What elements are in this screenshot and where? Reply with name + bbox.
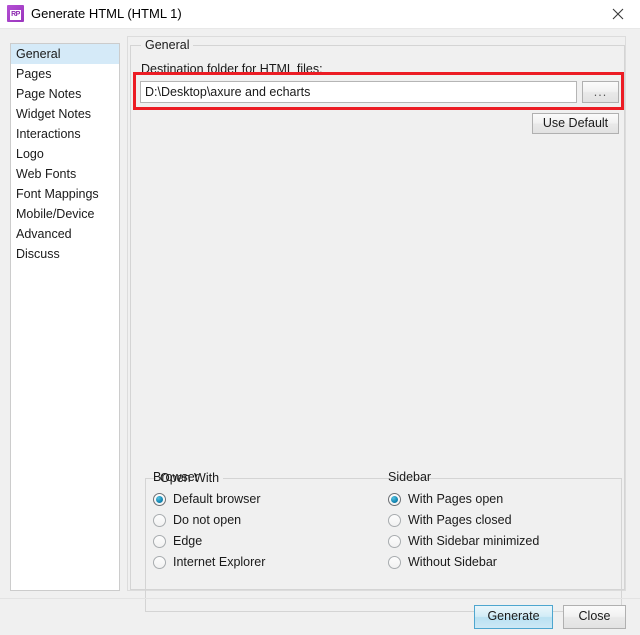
destination-folder-label: Destination folder for HTML files:	[141, 62, 323, 76]
radio-default-browser[interactable]: Default browser	[153, 489, 261, 509]
radio-indicator-without-sidebar[interactable]	[388, 555, 401, 569]
browser-column-label: Browser	[153, 470, 199, 484]
radio-label-without-sidebar: Without Sidebar	[408, 555, 497, 569]
close-button[interactable]: Close	[563, 605, 626, 629]
browse-folder-button[interactable]: ...	[582, 81, 619, 103]
use-default-button[interactable]: Use Default	[532, 113, 619, 134]
sidebar-item-mobile-device[interactable]: Mobile/Device	[11, 204, 119, 224]
window-title: Generate HTML (HTML 1)	[31, 6, 182, 21]
sidebar-item-font-mappings[interactable]: Font Mappings	[11, 184, 119, 204]
axure-rp-icon-glyph: RP	[10, 10, 21, 20]
sidebar-item-general[interactable]: General	[11, 44, 119, 64]
radio-label-internet-explorer: Internet Explorer	[173, 555, 266, 569]
generate-button[interactable]: Generate	[474, 605, 553, 629]
radio-edge[interactable]: Edge	[153, 531, 202, 551]
sidebar-item-web-fonts[interactable]: Web Fonts	[11, 164, 119, 184]
sidebar-item-pages[interactable]: Pages	[11, 64, 119, 84]
radio-do-not-open[interactable]: Do not open	[153, 510, 241, 530]
radio-label-edge: Edge	[173, 534, 203, 548]
sidebar-item-widget-notes[interactable]: Widget Notes	[11, 104, 119, 124]
radio-label-do-not-open: Do not open	[173, 513, 242, 527]
radio-without-sidebar[interactable]: Without Sidebar	[388, 552, 497, 572]
radio-with-pages-closed[interactable]: With Pages closed	[388, 510, 512, 530]
radio-internet-explorer[interactable]: Internet Explorer	[153, 552, 265, 572]
sidebar-item-advanced[interactable]: Advanced	[11, 224, 119, 244]
close-icon[interactable]	[596, 0, 640, 28]
sidebar-item-page-notes[interactable]: Page Notes	[11, 84, 119, 104]
radio-label-with-sidebar-minimized: With Sidebar minimized	[408, 534, 540, 548]
axure-rp-icon: RP	[7, 5, 24, 22]
destination-folder-input[interactable]	[140, 81, 577, 103]
general-groupbox-title: General	[141, 38, 194, 52]
radio-indicator-with-sidebar-minimized[interactable]	[388, 534, 401, 548]
radio-indicator-with-pages-closed[interactable]	[388, 513, 401, 527]
radio-indicator-default-browser[interactable]	[153, 492, 166, 506]
radio-label-with-pages-open: With Pages open	[408, 492, 504, 506]
radio-label-with-pages-closed: With Pages closed	[408, 513, 512, 527]
radio-indicator-do-not-open[interactable]	[153, 513, 166, 527]
radio-label-default-browser: Default browser	[173, 492, 261, 506]
radio-indicator-edge[interactable]	[153, 534, 166, 548]
settings-category-list[interactable]: General Pages Page Notes Widget Notes In…	[10, 43, 120, 591]
radio-indicator-internet-explorer[interactable]	[153, 555, 166, 569]
radio-with-sidebar-minimized[interactable]: With Sidebar minimized	[388, 531, 539, 551]
footer-divider	[0, 598, 640, 599]
title-bar: RP Generate HTML (HTML 1)	[0, 0, 640, 29]
sidebar-column-label: Sidebar	[388, 470, 432, 484]
sidebar-item-logo[interactable]: Logo	[11, 144, 119, 164]
sidebar-item-discuss[interactable]: Discuss	[11, 244, 119, 264]
sidebar-item-interactions[interactable]: Interactions	[11, 124, 119, 144]
radio-indicator-with-pages-open[interactable]	[388, 492, 401, 506]
radio-with-pages-open[interactable]: With Pages open	[388, 489, 503, 509]
